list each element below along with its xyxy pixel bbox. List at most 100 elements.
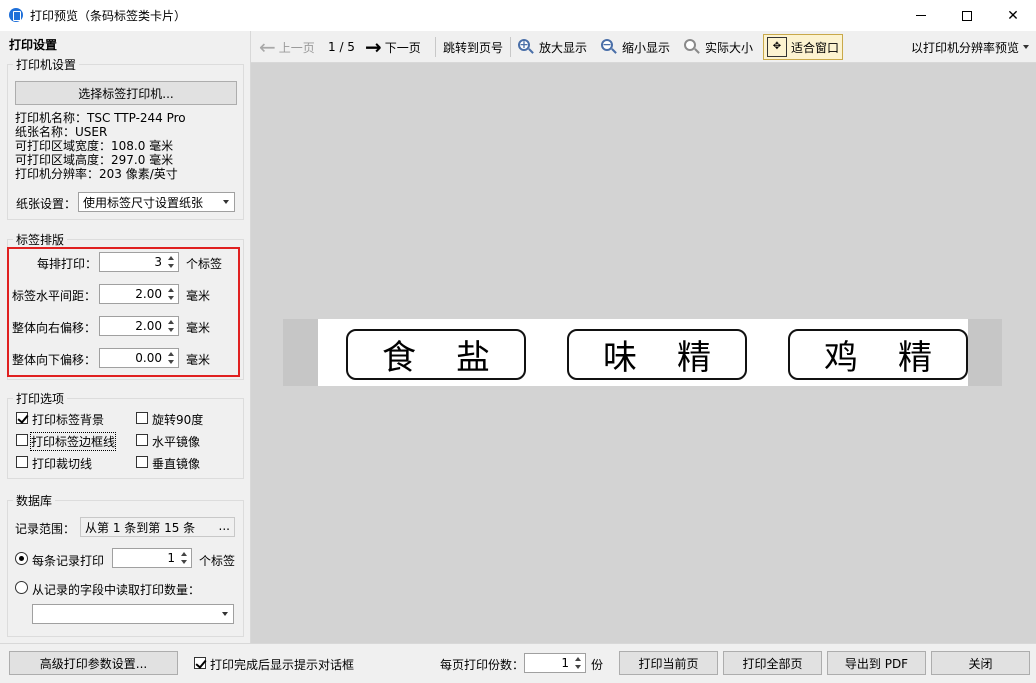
chevron-down-icon (1023, 45, 1030, 49)
zoom-in-icon: + (518, 39, 534, 55)
down-offset-value: 0.00 (135, 351, 162, 365)
per-record-stepper[interactable]: 1 (112, 548, 192, 568)
print-background-label[interactable]: 打印标签背景 (32, 411, 104, 428)
close-window-button[interactable]: ✕ (990, 0, 1036, 31)
label-card: 鸡 精 (788, 329, 968, 380)
maximize-icon (962, 10, 972, 21)
print-cutline-label[interactable]: 打印裁切线 (32, 455, 92, 472)
per-row-unit: 个标签 (186, 257, 223, 271)
arrow-right-icon: → (365, 35, 382, 59)
page-indicator: 1 / 5 (328, 40, 355, 54)
mirror-v-label[interactable]: 垂直镜像 (152, 455, 200, 472)
copies-stepper[interactable]: 1 (524, 653, 586, 673)
label-text: 鸡 (824, 338, 858, 378)
spin-arrows-icon[interactable] (574, 656, 583, 670)
down-offset-stepper[interactable]: 0.00 (99, 348, 179, 368)
settings-panel: 打印设置 打印机设置 选择标签打印机... 打印机名称：TSC TTP-244 … (0, 31, 251, 643)
from-field-radio[interactable] (15, 581, 28, 594)
record-range-label: 记录范围： (15, 522, 76, 536)
per-record-value: 1 (167, 551, 175, 565)
per-record-radio[interactable] (15, 552, 28, 565)
print-border-label[interactable]: 打印标签边框线 (29, 432, 117, 451)
print-background-checkbox[interactable] (16, 412, 28, 424)
mirror-h-label[interactable]: 水平镜像 (152, 433, 200, 450)
spin-arrows-icon[interactable] (167, 319, 176, 333)
print-all-button[interactable]: 打印全部页 (723, 651, 822, 675)
per-record-unit: 个标签 (199, 554, 236, 568)
record-range-field[interactable]: 从第 1 条到第 15 条 ... (80, 517, 235, 537)
printer-name-info: 打印机名称：TSC TTP-244 Pro (15, 111, 186, 125)
minimize-button[interactable] (898, 0, 944, 31)
zoom-in-button[interactable]: + 放大显示 (518, 31, 587, 63)
title-bar: 打印预览（条码标签类卡片） ✕ (0, 0, 1036, 31)
copies-value: 1 (561, 656, 569, 670)
spin-arrows-icon[interactable] (180, 551, 189, 565)
actual-size-button[interactable]: 实际大小 (684, 31, 753, 63)
paper-setting-select[interactable]: 使用标签尺寸设置纸张 (78, 192, 235, 212)
spin-arrows-icon[interactable] (167, 287, 176, 301)
close-icon: ✕ (1007, 7, 1019, 24)
select-printer-button[interactable]: 选择标签打印机... (15, 81, 237, 105)
copies-label: 每页打印份数： (440, 658, 525, 672)
zoom-out-label: 缩小显示 (622, 40, 671, 55)
spin-arrows-icon[interactable] (167, 351, 176, 365)
paper-name-info: 纸张名称：USER (15, 125, 108, 139)
toolbar-divider (435, 37, 436, 57)
show-dialog-checkbox[interactable] (194, 657, 206, 669)
field-select[interactable] (32, 604, 234, 624)
h-gap-unit: 毫米 (186, 289, 211, 303)
rotate90-checkbox[interactable] (136, 412, 148, 424)
printable-width-info: 可打印区域宽度：108.0 毫米 (15, 139, 174, 153)
prev-page-button[interactable]: ← 上一页 (259, 31, 315, 63)
resolution-preview-dropdown[interactable]: 以打印机分辨率预览 (911, 31, 1030, 63)
actual-size-label: 实际大小 (705, 40, 754, 55)
fit-window-label: 适合窗口 (791, 40, 840, 55)
h-gap-stepper[interactable]: 2.00 (99, 284, 179, 304)
prev-page-label: 上一页 (278, 40, 315, 55)
goto-page-button[interactable]: 跳转到页号 (443, 31, 503, 63)
fit-window-button[interactable]: ✥ 适合窗口 (763, 34, 844, 60)
preview-area: 食 盐 味 精 鸡 精 (251, 63, 1036, 643)
advanced-settings-button[interactable]: 高级打印参数设置... (9, 651, 178, 675)
record-range-value: 从第 1 条到第 15 条 (85, 520, 196, 535)
right-offset-stepper[interactable]: 2.00 (99, 316, 179, 336)
spin-arrows-icon[interactable] (167, 255, 176, 269)
print-cutline-checkbox[interactable] (16, 456, 28, 468)
per-row-stepper[interactable]: 3 (99, 252, 179, 272)
printer-resolution-info: 打印机分辨率：203 像素/英寸 (15, 167, 178, 181)
from-field-label[interactable]: 从记录的字段中读取打印数量： (32, 581, 200, 598)
right-offset-value: 2.00 (135, 319, 162, 333)
printer-settings-label: 打印机设置 (13, 56, 80, 73)
label-text: 精 (898, 338, 932, 378)
down-offset-label: 整体向下偏移： (12, 353, 97, 367)
zoom-out-button[interactable]: − 缩小显示 (601, 31, 670, 63)
label-layout-label: 标签排版 (13, 231, 68, 248)
arrow-left-icon: ← (259, 35, 276, 59)
resolution-preview-label: 以打印机分辨率预览 (911, 40, 1020, 55)
rotate90-label[interactable]: 旋转90度 (152, 411, 203, 428)
fit-window-icon: ✥ (767, 37, 787, 57)
maximize-button[interactable] (944, 0, 990, 31)
h-gap-value: 2.00 (135, 287, 162, 301)
show-dialog-label[interactable]: 打印完成后显示提示对话框 (210, 656, 354, 673)
h-gap-label: 标签水平间距： (12, 289, 97, 303)
down-offset-unit: 毫米 (186, 353, 211, 367)
chevron-down-icon (223, 200, 229, 204)
right-offset-unit: 毫米 (186, 321, 211, 335)
mirror-v-checkbox[interactable] (136, 456, 148, 468)
next-page-button[interactable]: → 下一页 (365, 31, 421, 63)
close-button[interactable]: 关闭 (931, 651, 1030, 675)
paper-setting-value: 使用标签尺寸设置纸张 (83, 195, 204, 210)
print-border-checkbox[interactable] (16, 434, 28, 446)
mirror-h-checkbox[interactable] (136, 434, 148, 446)
print-current-button[interactable]: 打印当前页 (619, 651, 718, 675)
minimize-icon (916, 15, 926, 16)
settings-panel-title: 打印设置 (9, 38, 58, 52)
label-text: 精 (677, 338, 711, 378)
export-pdf-button[interactable]: 导出到 PDF (827, 651, 926, 675)
per-record-label[interactable]: 每条记录打印 (32, 552, 104, 569)
zoom-out-icon: − (601, 39, 617, 55)
record-range-button[interactable]: ... (219, 519, 230, 533)
label-text: 味 (603, 338, 637, 378)
print-options-label: 打印选项 (13, 390, 68, 407)
